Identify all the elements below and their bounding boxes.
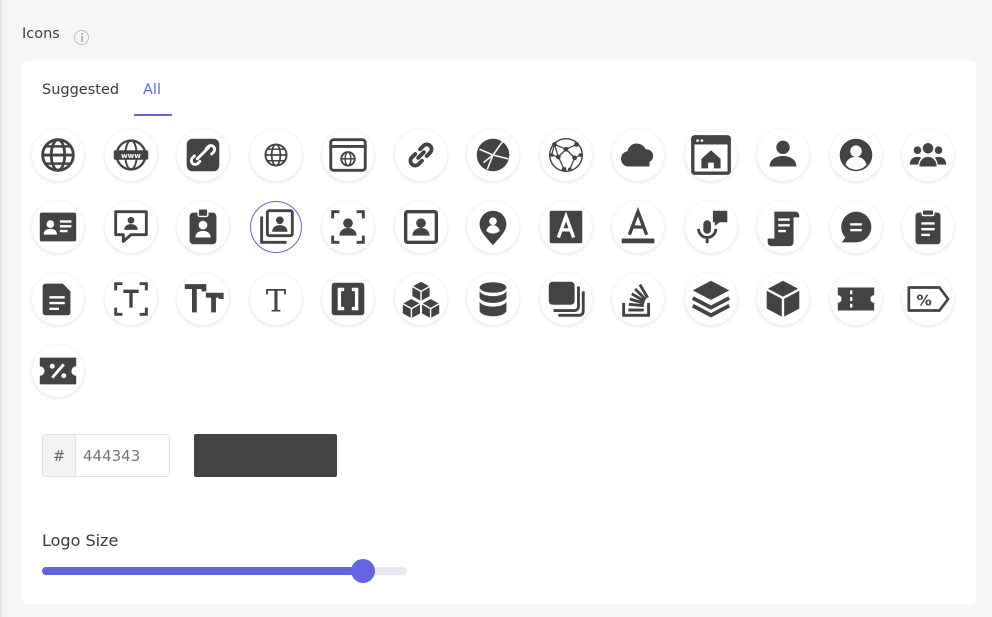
file-text-icon xyxy=(35,276,81,322)
hex-input[interactable] xyxy=(76,435,169,476)
person-option[interactable] xyxy=(757,129,809,181)
browser-home-option[interactable] xyxy=(684,129,737,181)
link-square-icon xyxy=(180,132,226,178)
icon-picker-panel: Suggested All www T% # Logo Size xyxy=(22,61,976,604)
hex-prefix: # xyxy=(43,435,76,476)
browser-home-icon xyxy=(688,132,734,178)
price-tag-percent-option[interactable]: % xyxy=(902,273,954,325)
ticket-option[interactable] xyxy=(829,273,882,325)
network-sphere-option[interactable] xyxy=(539,129,592,181)
badge-user-option[interactable] xyxy=(177,201,229,253)
globe-small-option[interactable] xyxy=(249,129,302,181)
mic-chat-icon xyxy=(688,204,734,250)
contact-album-icon xyxy=(253,204,299,250)
face-scan-icon xyxy=(325,204,371,250)
network-globe-icon xyxy=(470,132,516,178)
network-sphere-icon xyxy=(543,132,589,178)
users-group-option[interactable] xyxy=(902,129,954,181)
database-option[interactable] xyxy=(467,273,519,325)
svg-text:T: T xyxy=(265,284,286,319)
cubes-icon xyxy=(398,276,444,322)
clipboard-option[interactable] xyxy=(902,201,954,253)
users-group-icon xyxy=(905,132,951,178)
file-text-option[interactable] xyxy=(32,273,84,325)
location-user-option[interactable] xyxy=(467,201,519,253)
price-tag-percent-icon: % xyxy=(905,276,951,322)
letter-a-square-option[interactable] xyxy=(539,201,592,253)
clipboard-icon xyxy=(905,204,951,250)
logo-size-slider[interactable] xyxy=(42,559,407,583)
user-circle-option[interactable] xyxy=(829,129,882,181)
text-frame-option[interactable] xyxy=(104,273,157,325)
stack-overflow-option[interactable] xyxy=(612,273,664,325)
browser-globe-icon xyxy=(325,132,371,178)
cloud-option[interactable] xyxy=(612,129,664,181)
layers-icon xyxy=(688,276,734,322)
face-scan-option[interactable] xyxy=(322,201,374,253)
globe-small-icon xyxy=(253,132,299,178)
contact-square-icon xyxy=(398,204,444,250)
scroll-document-icon xyxy=(760,204,806,250)
svg-text:%: % xyxy=(916,292,931,310)
globe-icon xyxy=(35,132,81,178)
cube-option[interactable] xyxy=(757,273,809,325)
comment-user-option[interactable] xyxy=(104,201,157,253)
database-icon xyxy=(470,276,516,322)
mic-chat-option[interactable] xyxy=(684,201,737,253)
stack-overflow-icon xyxy=(615,276,661,322)
ticket-icon xyxy=(833,276,879,322)
id-card-icon xyxy=(35,204,81,250)
text-height-icon xyxy=(180,276,226,322)
slider-fill xyxy=(42,567,364,575)
www-globe-icon: www xyxy=(108,132,154,178)
active-tab-indicator xyxy=(134,114,172,116)
contact-square-option[interactable] xyxy=(394,201,447,253)
globe-option[interactable] xyxy=(32,129,84,181)
comment-user-icon xyxy=(108,204,154,250)
letter-a-square-icon xyxy=(543,204,589,250)
brackets-square-icon xyxy=(325,276,371,322)
person-icon xyxy=(760,132,806,178)
svg-text:www: www xyxy=(121,151,141,160)
left-border xyxy=(0,0,2,617)
section-title: Icons xyxy=(22,26,60,42)
stacked-squares-icon xyxy=(543,276,589,322)
text-height-option[interactable] xyxy=(177,273,229,325)
cubes-option[interactable] xyxy=(394,273,447,325)
location-user-icon xyxy=(470,204,516,250)
cloud-icon xyxy=(615,132,661,178)
tab-all[interactable]: All xyxy=(143,82,161,98)
color-hex-field: # xyxy=(42,434,170,477)
link-option[interactable] xyxy=(394,129,447,181)
font-t-icon: T xyxy=(253,276,299,322)
slider-thumb[interactable] xyxy=(351,559,376,583)
link-square-option[interactable] xyxy=(177,129,229,181)
coupon-percent-icon xyxy=(35,348,81,394)
info-icon[interactable] xyxy=(74,30,89,45)
logo-size-label: Logo Size xyxy=(42,531,119,550)
coupon-percent-option[interactable] xyxy=(32,345,84,397)
user-circle-icon xyxy=(833,132,879,178)
text-color-option[interactable] xyxy=(612,201,664,253)
cube-icon xyxy=(760,276,806,322)
text-frame-icon xyxy=(108,276,154,322)
chat-bubble-option[interactable] xyxy=(829,201,882,253)
brackets-square-option[interactable] xyxy=(322,273,374,325)
chat-bubble-icon xyxy=(833,204,879,250)
www-globe-option[interactable]: www xyxy=(104,129,157,181)
network-globe-option[interactable] xyxy=(467,129,519,181)
id-card-option[interactable] xyxy=(32,201,84,253)
color-swatch[interactable] xyxy=(194,434,337,477)
font-t-option[interactable]: T xyxy=(249,273,302,325)
scroll-document-option[interactable] xyxy=(757,201,809,253)
layers-option[interactable] xyxy=(684,273,737,325)
text-color-icon xyxy=(615,204,661,250)
badge-user-icon xyxy=(180,204,226,250)
browser-globe-option[interactable] xyxy=(322,129,374,181)
contact-album-option[interactable] xyxy=(249,201,302,253)
stacked-squares-option[interactable] xyxy=(539,273,592,325)
tab-suggested[interactable]: Suggested xyxy=(42,82,119,98)
link-icon xyxy=(398,132,444,178)
